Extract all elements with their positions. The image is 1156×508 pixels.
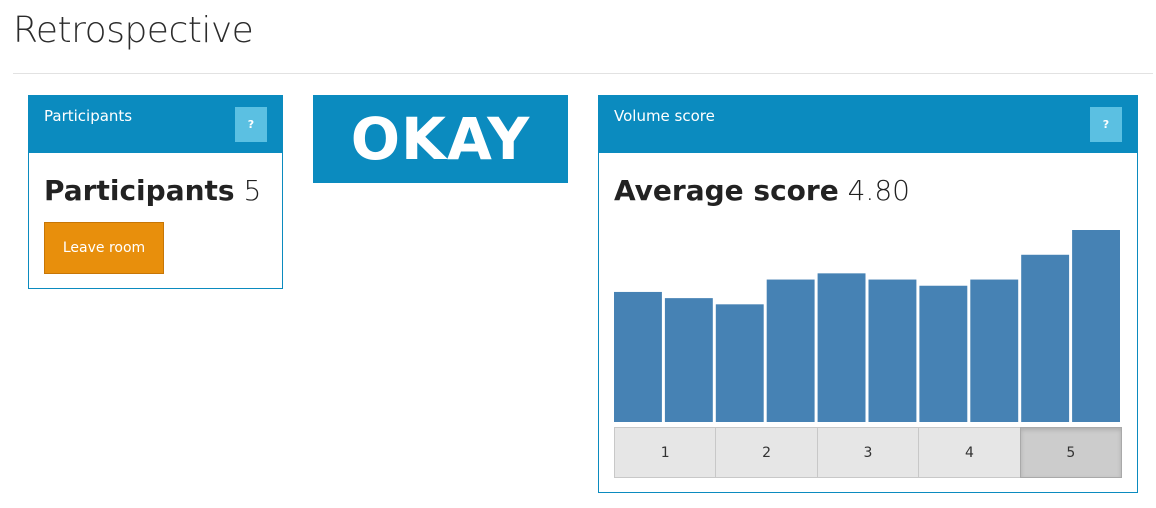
leave-room-button[interactable]: Leave room — [44, 222, 164, 274]
chart-bar-3 — [715, 304, 764, 422]
score-history-chart — [614, 230, 1120, 422]
participants-help-button[interactable]: ? — [235, 107, 267, 142]
chart-bar-6 — [868, 279, 917, 422]
participants-count-label: Participants — [44, 174, 235, 207]
chart-bar-9 — [1021, 254, 1070, 422]
participants-panel: Participants ? Participants 5 Leave room — [28, 95, 283, 289]
score-button-4[interactable]: 4 — [918, 427, 1021, 478]
chart-bar-2 — [664, 298, 713, 422]
participants-count-value: 5 — [243, 174, 262, 207]
score-button-5[interactable]: 5 — [1019, 427, 1123, 478]
volume-panel-title: Volume score — [614, 107, 715, 125]
chart-bar-4 — [766, 279, 815, 422]
participants-count: Participants 5 — [44, 174, 261, 208]
status-banner: OKAY — [313, 95, 568, 183]
average-score-label: Average score — [614, 174, 839, 207]
average-score-value: 4.80 — [847, 174, 910, 207]
page-title: Retrospective — [13, 10, 254, 51]
chart-bar-5 — [817, 273, 866, 422]
participants-panel-header: Participants ? — [29, 96, 282, 153]
volume-help-button[interactable]: ? — [1090, 107, 1122, 142]
score-button-group: 12345 — [614, 427, 1123, 478]
chart-bar-1 — [614, 291, 662, 422]
average-score: Average score 4.80 — [614, 174, 910, 208]
volume-score-panel: Volume score ? Average score 4.80 12345 — [598, 95, 1138, 493]
chart-bar-7 — [919, 285, 968, 422]
chart-bar-10 — [1072, 230, 1120, 422]
chart-bar-8 — [970, 279, 1019, 422]
participants-panel-title: Participants — [44, 107, 133, 125]
volume-panel-header: Volume score ? — [599, 96, 1137, 153]
score-button-1[interactable]: 1 — [614, 427, 717, 478]
title-divider — [13, 73, 1153, 74]
score-button-2[interactable]: 2 — [715, 427, 818, 478]
score-button-3[interactable]: 3 — [816, 427, 920, 478]
